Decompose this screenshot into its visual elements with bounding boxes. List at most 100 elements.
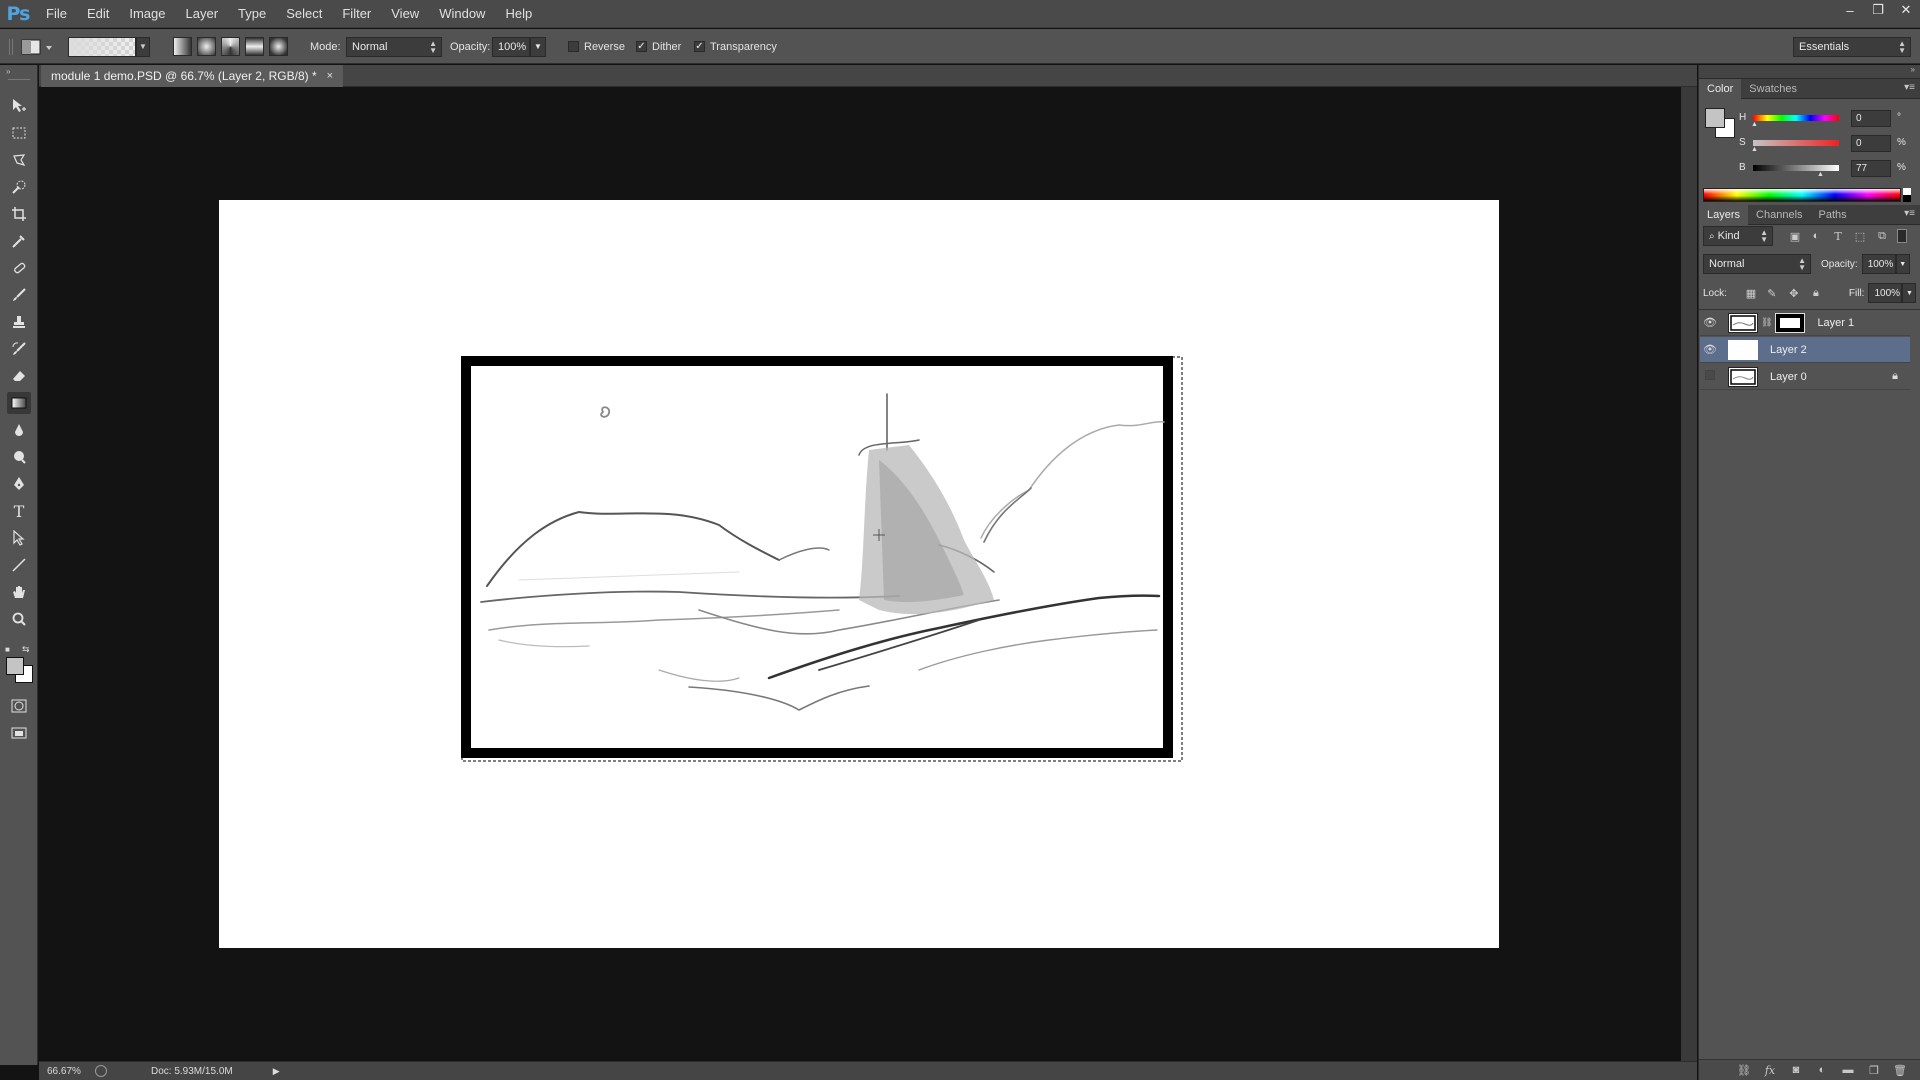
opacity-dropdown-icon[interactable]: ▼ xyxy=(530,36,546,57)
layer-style-fx-icon[interactable]: fx xyxy=(1757,1064,1783,1077)
workspace-select[interactable]: Essentials ▲ ▼ xyxy=(1793,36,1911,57)
status-options-icon[interactable] xyxy=(95,1065,107,1077)
lock-image-pixels-icon[interactable]: ✎ xyxy=(1761,287,1783,300)
tab-layers[interactable]: Layers xyxy=(1699,204,1749,225)
history-brush-tool[interactable] xyxy=(7,338,31,360)
foreground-color-swatch[interactable] xyxy=(6,657,24,675)
lock-transparent-pixels-icon[interactable]: ▦ xyxy=(1741,287,1761,300)
hue-slider[interactable] xyxy=(1753,115,1839,121)
panel-menu-icon[interactable]: ▾≡ xyxy=(1904,208,1915,219)
filter-kind-select[interactable]: ⌕ Kind ▲ ▼ xyxy=(1703,226,1773,246)
default-colors-icon[interactable]: ■ xyxy=(5,645,10,654)
lock-all-icon[interactable]: 🔒︎ xyxy=(1805,287,1827,300)
hand-tool[interactable] xyxy=(7,581,31,603)
path-selection-tool[interactable] xyxy=(7,527,31,549)
tab-paths[interactable]: Paths xyxy=(1811,205,1855,225)
layer-name[interactable]: Layer 0 xyxy=(1770,371,1807,383)
menu-select[interactable]: Select xyxy=(276,0,332,28)
menu-window[interactable]: Window xyxy=(429,0,495,28)
reverse-checkbox-box[interactable] xyxy=(568,41,579,52)
layer-name[interactable]: Layer 2 xyxy=(1770,344,1807,356)
dither-check-icon[interactable]: ✓ xyxy=(636,41,647,52)
fill-input[interactable]: 100% xyxy=(1868,283,1903,303)
transparency-checkbox[interactable]: ✓ Transparency xyxy=(694,29,777,64)
quick-selection-tool[interactable] xyxy=(7,176,31,198)
vertical-scrollbar[interactable] xyxy=(1681,87,1697,1061)
visibility-toggle-empty[interactable] xyxy=(1700,370,1720,383)
filter-shape-layers-icon[interactable]: ⬚ xyxy=(1849,230,1871,243)
eraser-tool[interactable] xyxy=(7,365,31,387)
layer-name[interactable]: Layer 1 xyxy=(1817,317,1854,329)
adjustment-layer-icon[interactable]: ◐ xyxy=(1809,1064,1835,1076)
healing-brush-tool[interactable] xyxy=(7,257,31,279)
saturation-slider[interactable] xyxy=(1753,140,1839,146)
fill-dropdown-icon[interactable]: ▼ xyxy=(1902,283,1917,303)
line-tool[interactable] xyxy=(7,554,31,576)
menu-view[interactable]: View xyxy=(381,0,429,28)
filter-smart-objects-icon[interactable]: ⧉ xyxy=(1871,230,1893,243)
brush-tool[interactable] xyxy=(7,284,31,306)
menu-edit[interactable]: Edit xyxy=(77,0,119,28)
reverse-checkbox[interactable]: Reverse xyxy=(568,29,625,64)
link-layers-icon[interactable]: ⛓︎ xyxy=(1731,1064,1757,1077)
swap-colors-icon[interactable]: ⇆ xyxy=(22,644,30,655)
angle-gradient-button[interactable] xyxy=(221,37,240,56)
zoom-tool[interactable] xyxy=(7,608,31,630)
ramp-black-chip[interactable] xyxy=(1903,195,1911,202)
color-spectrum-ramp[interactable] xyxy=(1703,188,1901,202)
visibility-eye-icon[interactable]: 👁︎ xyxy=(1700,316,1720,329)
collapse-arrows-icon[interactable]: » xyxy=(6,67,10,76)
tab-color[interactable]: Color xyxy=(1699,78,1742,99)
delete-layer-trash-icon[interactable]: 🗑︎ xyxy=(1887,1064,1913,1077)
sketch-artwork[interactable] xyxy=(219,200,1499,948)
menu-layer[interactable]: Layer xyxy=(176,0,229,28)
gradient-tool[interactable] xyxy=(7,392,31,414)
eyedropper-tool[interactable] xyxy=(7,230,31,252)
blur-tool[interactable] xyxy=(7,419,31,441)
restore-button[interactable]: ❐ xyxy=(1864,0,1892,20)
mode-select[interactable]: Normal ▲ ▼ xyxy=(346,36,442,57)
menu-image[interactable]: Image xyxy=(119,0,175,28)
tab-channels[interactable]: Channels xyxy=(1748,205,1810,225)
crop-tool[interactable] xyxy=(7,203,31,225)
saturation-input[interactable]: 0 xyxy=(1851,135,1891,152)
blend-mode-select[interactable]: Normal ▲ ▼ xyxy=(1703,254,1811,274)
transparency-check-icon[interactable]: ✓ xyxy=(694,41,705,52)
canvas-area[interactable] xyxy=(39,87,1697,1061)
brightness-slider-thumb-icon[interactable]: ▲ xyxy=(1817,171,1824,178)
layer-opacity-input[interactable]: 100% xyxy=(1861,254,1896,274)
panel-menu-icon[interactable]: ▾≡ xyxy=(1904,82,1915,93)
zoom-level[interactable]: 66.67% xyxy=(47,1066,89,1077)
radial-gradient-button[interactable] xyxy=(197,37,216,56)
layer-row-layer-1[interactable]: 👁︎ ⛓︎ Layer 1 xyxy=(1700,310,1910,336)
document-tab[interactable]: module 1 demo.PSD @ 66.7% (Layer 2, RGB/… xyxy=(41,65,344,87)
menu-filter[interactable]: Filter xyxy=(332,0,381,28)
minimize-button[interactable]: – xyxy=(1836,0,1864,20)
marquee-tool[interactable] xyxy=(7,122,31,144)
hue-slider-thumb-icon[interactable]: ▲ xyxy=(1751,121,1758,128)
menu-file[interactable]: File xyxy=(36,0,77,28)
document-canvas[interactable] xyxy=(219,200,1499,948)
dither-checkbox[interactable]: ✓ Dither xyxy=(636,29,681,64)
menu-help[interactable]: Help xyxy=(495,0,542,28)
screen-mode-button[interactable] xyxy=(7,723,31,745)
menu-type[interactable]: Type xyxy=(228,0,276,28)
linear-gradient-button[interactable] xyxy=(173,37,192,56)
color-foreground-swatch[interactable] xyxy=(1705,108,1725,128)
close-button[interactable]: ✕ xyxy=(1892,0,1920,20)
gradient-dropdown-arrow-icon[interactable]: ▼ xyxy=(136,36,150,57)
reflected-gradient-button[interactable] xyxy=(245,37,264,56)
new-group-folder-icon[interactable]: ▬ xyxy=(1835,1064,1861,1076)
tool-preset-picker[interactable] xyxy=(20,29,54,64)
lock-position-icon[interactable]: ✥ xyxy=(1783,287,1805,300)
layer-mask-thumbnail[interactable] xyxy=(1775,312,1806,333)
brightness-input[interactable]: 77 xyxy=(1851,160,1891,177)
visibility-eye-icon[interactable]: 👁︎ xyxy=(1700,343,1720,356)
filter-type-layers-icon[interactable]: T xyxy=(1827,230,1849,243)
collapse-panel-icon[interactable]: » xyxy=(1911,65,1915,74)
ramp-white-chip[interactable] xyxy=(1903,188,1911,195)
status-menu-arrow-icon[interactable]: ▶ xyxy=(273,1066,280,1077)
filter-pixel-layers-icon[interactable]: ▣ xyxy=(1785,230,1805,243)
diamond-gradient-button[interactable] xyxy=(269,37,288,56)
close-tab-icon[interactable]: × xyxy=(327,70,333,82)
